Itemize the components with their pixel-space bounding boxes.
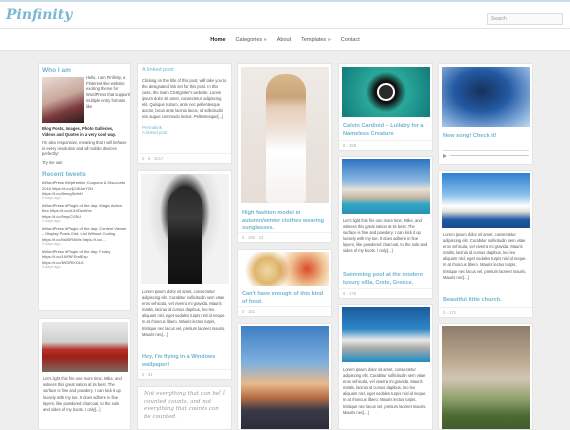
tweet-item: #WordPress #Plugin of the day: Frosty ht… (42, 249, 127, 269)
avatar (42, 77, 84, 123)
post-card-bearded[interactable]: Lorem ipsum dolor sit amet, consectetur … (137, 170, 232, 380)
tweet-text[interactable]: #WordPress #Plugin of the day: Frosty ht… (42, 249, 127, 265)
santorini-title[interactable]: Beautiful little church. (439, 294, 532, 308)
who-title: Who I am (42, 67, 71, 74)
pier-image[interactable] (241, 326, 329, 429)
song-image[interactable] (442, 67, 530, 127)
calvin-title[interactable]: Calvin Cardioid – Lullaby for a Nameless… (339, 120, 432, 141)
main-nav: Home Categories » About Templates » Cont… (0, 29, 570, 51)
who-text-responsive: I'm also responsive, meaning that I will… (42, 140, 127, 156)
nav-about[interactable]: About (277, 37, 291, 43)
link-post-text: Clicking on the title of this post, will… (142, 77, 227, 119)
post-card-hotel[interactable]: Let's light this fire one more time, Mik… (338, 156, 433, 299)
who-text-formats: Blog Posts, Images, Photo Galleries, Vid… (42, 126, 117, 137)
post-card-fashion[interactable]: High fashion model in autumn/winter clot… (237, 63, 332, 243)
play-icon[interactable] (377, 83, 395, 101)
link-post-title[interactable]: A linked post (138, 64, 231, 78)
bearded-meta: 0 · 41 (138, 369, 231, 379)
hotel-image[interactable] (342, 159, 430, 214)
calvin-meta: 0 · 158 (339, 140, 432, 150)
search-input[interactable]: Search (487, 13, 563, 25)
fashion-meta: 0 · 180 · 12 (238, 232, 331, 242)
pool-image[interactable] (342, 307, 430, 362)
tweet-time: 2 days ago (42, 219, 61, 224)
hotel-title[interactable]: Swimming pool at the modern luxury villa… (339, 269, 432, 290)
who-text-try: Try me out! (42, 159, 63, 165)
fashion-figure (266, 74, 306, 203)
site-logo[interactable]: Pinfinity (6, 7, 72, 23)
audio-progress[interactable] (450, 155, 529, 156)
tweet-item: #WordPress #Wpfreebie Coupons & Discount… (42, 180, 127, 200)
santorini-image[interactable] (442, 173, 530, 228)
food-meta: 0 · 151 (238, 306, 331, 316)
nav-templates[interactable]: Templates » (301, 37, 331, 43)
scooter-text: Let's light this fire one more time, Mik… (43, 376, 122, 413)
post-card-link[interactable]: A linked post Clicking on the title of t… (137, 63, 232, 164)
sidebar-widget: Who I am Hello, I am Pinfinity, a Pinter… (38, 63, 131, 311)
link-meta: 0 · 9 · 2017 (138, 153, 231, 163)
hotel-meta: 0 · 175 (339, 288, 432, 298)
top-bar: Pinfinity Search (0, 0, 570, 29)
who-text: Hello, I am Pinfinity, a Pinterest-like … (86, 75, 131, 109)
post-card-pool[interactable]: Lorem ipsum dolor sit amet, consectetur … (338, 304, 433, 430)
post-card-scooter[interactable]: Let's light this fire one more time, Mik… (38, 318, 131, 430)
pool-text: Lorem ipsum dolor sit amet, consectetur … (343, 367, 427, 415)
link-permalink[interactable]: Permalink (138, 123, 231, 130)
tweet-time: 6 days ago (42, 196, 61, 201)
tweet-text[interactable]: #WordPress #Plugin of the day: Content V… (42, 226, 127, 242)
bearded-text: Lorem ipsum dolor sit amet, consectetur … (142, 289, 226, 337)
santorini-meta: 0 · 171 (439, 307, 532, 317)
tweet-item: #WordPress #Plugin of the day: Magic Act… (42, 203, 127, 223)
post-card-quote[interactable]: Not everything that can be counted count… (137, 386, 232, 430)
post-card-pier[interactable] (237, 323, 332, 430)
nav-home[interactable]: Home (210, 37, 225, 43)
tweet-list: #WordPress #Wpfreebie Coupons & Discount… (42, 180, 127, 269)
nav-categories[interactable]: Categories » (236, 37, 267, 43)
post-card-song[interactable]: New song! Check it! (438, 63, 533, 165)
link-subtitle[interactable]: A linked post (138, 130, 231, 135)
post-card-food[interactable]: Can't have enough of this kind of food. … (237, 249, 332, 317)
audio-player[interactable] (443, 150, 529, 158)
audio-play-icon[interactable] (443, 153, 447, 158)
nav-contact[interactable]: Contact (341, 37, 360, 43)
tweet-time: 4 days ago (42, 264, 61, 269)
santorini-text: Lorem ipsum dolor sit amet, consectetur … (443, 232, 527, 280)
post-card-santorini[interactable]: Lorem ipsum dolor sit amet, consectetur … (438, 170, 533, 318)
tweet-text[interactable]: #WordPress #Wpfreebie Coupons & Discount… (42, 180, 127, 196)
food-image[interactable] (241, 252, 329, 286)
tweet-item: #WordPress #Plugin of the day: Content V… (42, 226, 127, 246)
tweet-time: 3 days ago (42, 241, 61, 246)
jar-image[interactable] (442, 326, 530, 429)
post-card-calvin[interactable]: Calvin Cardioid – Lullaby for a Nameless… (338, 63, 433, 151)
bearded-man-figure (168, 189, 202, 284)
tweets-title: Recent tweets (42, 171, 86, 179)
scooter-image[interactable] (42, 322, 128, 372)
quote-icon: “ (215, 387, 227, 412)
song-title[interactable]: New song! Check it! (439, 130, 532, 144)
tweet-text[interactable]: #WordPress #Plugin of the day: Magic Act… (42, 203, 127, 219)
hotel-text: Let's light this fire one more time, Mik… (343, 218, 428, 254)
post-card-jar[interactable] (438, 323, 533, 430)
